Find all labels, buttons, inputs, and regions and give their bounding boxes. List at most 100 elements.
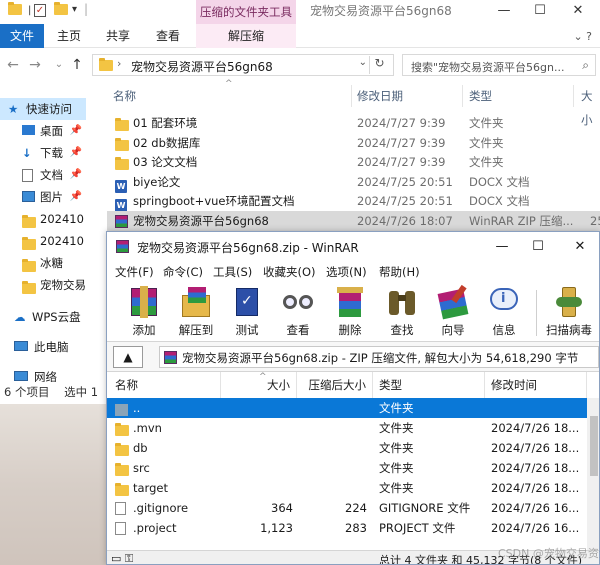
new-folder-icon[interactable] bbox=[54, 2, 68, 18]
back-arrow-icon[interactable]: ← bbox=[4, 55, 22, 75]
menu-help[interactable]: 帮助(H) bbox=[379, 264, 420, 280]
nav-item-documents[interactable]: 文档 📌 bbox=[0, 164, 86, 186]
winrar-menu-bar: 文件(F) 命令(C) 工具(S) 收藏夹(O) 选项(N) 帮助(H) bbox=[107, 262, 599, 282]
archive-path-field[interactable]: 宠物交易资源平台56gn68.zip - ZIP 压缩文件, 解包大小为 54,… bbox=[159, 346, 599, 368]
sort-up-icon: ^ bbox=[225, 79, 233, 89]
tab-home[interactable]: 主页 bbox=[57, 24, 81, 48]
winrar-zip-icon bbox=[164, 351, 177, 367]
column-divider[interactable] bbox=[351, 85, 352, 107]
menu-tools[interactable]: 工具(S) bbox=[213, 264, 252, 280]
menu-options[interactable]: 选项(N) bbox=[326, 264, 367, 280]
archive-row[interactable]: src 文件夹 2024/7/26 18... bbox=[107, 458, 587, 478]
archive-row-selected[interactable]: .. 文件夹 bbox=[107, 398, 587, 418]
view-button[interactable]: 查看 bbox=[273, 285, 323, 341]
file-row[interactable]: W biye论文 2024/7/25 20:51 DOCX 文档 bbox=[107, 172, 600, 193]
column-header-packed[interactable]: 压缩后大小 bbox=[297, 372, 373, 398]
search-input[interactable]: 搜索"宠物交易资源平台56gn... ⌕ bbox=[402, 54, 596, 76]
column-divider[interactable] bbox=[462, 85, 463, 107]
column-header-size[interactable]: 大小 bbox=[581, 84, 600, 127]
explorer-titlebar: | ✓ ▾ | 压缩的文件夹工具 宠物交易资源平台56gn68 — ☐ ✕ bbox=[0, 0, 600, 24]
file-icon bbox=[115, 521, 126, 541]
document-icon bbox=[22, 169, 33, 182]
maximize-button[interactable]: ☐ bbox=[521, 236, 555, 258]
wizard-button[interactable]: 向导 bbox=[428, 284, 478, 341]
chevron-down-icon[interactable]: ⌄ bbox=[359, 57, 367, 68]
close-button[interactable]: ✕ bbox=[560, 0, 596, 24]
menu-favorites[interactable]: 收藏夹(O) bbox=[263, 264, 316, 280]
properties-icon[interactable]: ✓ bbox=[34, 4, 46, 17]
folder-icon[interactable] bbox=[8, 2, 22, 18]
column-divider[interactable] bbox=[573, 85, 574, 107]
refresh-icon[interactable]: ↻ bbox=[369, 56, 389, 74]
test-icon: ✓ bbox=[230, 285, 264, 319]
ribbon-expand-icon[interactable]: ⌄ ? bbox=[573, 30, 592, 43]
column-header-type[interactable]: 类型 bbox=[469, 84, 492, 108]
extract-to-button[interactable]: 解压到 bbox=[171, 285, 221, 341]
wizard-icon bbox=[436, 284, 470, 320]
archive-row[interactable]: target 文件夹 2024/7/26 18... bbox=[107, 478, 587, 498]
column-header-type[interactable]: 类型 bbox=[373, 372, 485, 398]
maximize-button[interactable]: ☐ bbox=[522, 0, 558, 24]
tab-file[interactable]: 文件 bbox=[0, 24, 44, 48]
pin-icon: 📌 bbox=[69, 191, 82, 202]
address-bar: ← → ⌄ ↑ › 宠物交易资源平台56gn68 ⌄ ↻ 搜索"宠物交易资源平台… bbox=[0, 49, 600, 81]
nav-item-folder[interactable]: 冰糖 bbox=[0, 252, 86, 274]
column-header-size[interactable]: ^ 大小 bbox=[221, 372, 297, 398]
column-header-modified[interactable]: 修改时间 bbox=[485, 372, 587, 398]
up-arrow-icon[interactable]: ↑ bbox=[68, 55, 86, 75]
up-one-level-button[interactable]: ▲ bbox=[113, 346, 143, 368]
archive-row[interactable]: .project 1,123 283 PROJECT 文件 2024/7/26 … bbox=[107, 518, 587, 538]
file-row[interactable]: 03 论文文档 2024/7/27 9:39 文件夹 bbox=[107, 152, 600, 172]
forward-arrow-icon[interactable]: → bbox=[26, 55, 44, 75]
file-row[interactable]: W springboot+vue环境配置文档 2024/7/25 20:51 D… bbox=[107, 191, 600, 212]
info-button[interactable]: i 信息 bbox=[479, 285, 529, 341]
find-icon bbox=[385, 285, 419, 319]
minimize-button[interactable]: — bbox=[486, 0, 522, 24]
tab-extract[interactable]: 解压缩 bbox=[196, 24, 296, 48]
test-button[interactable]: ✓ 测试 bbox=[222, 285, 272, 341]
menu-commands[interactable]: 命令(C) bbox=[163, 264, 203, 280]
nav-item-quick-access[interactable]: ★ 快速访问 bbox=[0, 98, 86, 120]
pin-icon: 📌 bbox=[69, 169, 82, 180]
archive-row[interactable]: db 文件夹 2024/7/26 18... bbox=[107, 438, 587, 458]
winrar-toolbar: 添加 解压到 ✓ 测试 查看 删除 查找 向导 i 信息 扫描病毒 bbox=[107, 282, 599, 342]
column-header-name[interactable]: 名称 bbox=[113, 84, 136, 108]
selected-count: 选中 1 bbox=[64, 385, 99, 399]
nav-item-downloads[interactable]: ↓ 下载 📌 bbox=[0, 142, 86, 164]
nav-item-wps-cloud[interactable]: ☁ WPS云盘 bbox=[0, 306, 86, 328]
toolbar-separator bbox=[536, 290, 537, 336]
nav-item-this-pc[interactable]: 此电脑 bbox=[0, 336, 86, 358]
column-header-name[interactable]: 名称 bbox=[107, 372, 221, 398]
file-row[interactable]: 01 配套环境 2024/7/27 9:39 文件夹 bbox=[107, 113, 600, 133]
nav-item-network[interactable]: 网络 bbox=[0, 366, 86, 382]
search-icon[interactable]: ⌕ bbox=[582, 58, 589, 73]
scrollbar-thumb[interactable] bbox=[590, 416, 598, 476]
watermark-text: CSDN @宠物交易资源 bbox=[498, 547, 600, 560]
find-button[interactable]: 查找 bbox=[377, 285, 427, 341]
nav-item-folder[interactable]: 202410 bbox=[0, 230, 86, 252]
tab-view[interactable]: 查看 bbox=[156, 24, 180, 48]
winrar-icon bbox=[116, 240, 129, 256]
file-row-selected[interactable]: 宠物交易资源平台56gn68 2024/7/26 18:07 WinRAR ZI… bbox=[107, 211, 600, 231]
star-icon: ★ bbox=[8, 102, 19, 116]
navigation-pane: ★ 快速访问 桌面 📌 ↓ 下载 📌 文档 📌 图片 📌 202410 2024… bbox=[0, 92, 86, 382]
add-button[interactable]: 添加 bbox=[119, 285, 169, 341]
virus-scan-button[interactable]: 扫描病毒 bbox=[541, 285, 597, 341]
tab-share[interactable]: 共享 bbox=[106, 24, 130, 48]
nav-item-pictures[interactable]: 图片 📌 bbox=[0, 186, 86, 208]
chevron-down-icon[interactable]: ⌄ bbox=[50, 55, 68, 75]
minimize-button[interactable]: — bbox=[485, 236, 519, 258]
nav-item-desktop[interactable]: 桌面 📌 bbox=[0, 120, 86, 142]
folder-icon bbox=[22, 279, 36, 296]
address-field[interactable]: › 宠物交易资源平台56gn68 ⌄ ↻ bbox=[92, 54, 394, 76]
vertical-scrollbar[interactable] bbox=[587, 398, 599, 550]
file-row[interactable]: 02 db数据库 2024/7/27 9:39 文件夹 bbox=[107, 133, 600, 153]
archive-row[interactable]: .gitignore 364 224 GITIGNORE 文件 2024/7/2… bbox=[107, 498, 587, 518]
delete-button[interactable]: 删除 bbox=[325, 285, 375, 341]
archive-row[interactable]: .mvn 文件夹 2024/7/26 18... bbox=[107, 418, 587, 438]
close-button[interactable]: ✕ bbox=[563, 236, 597, 258]
nav-item-folder[interactable]: 宠物交易 bbox=[0, 274, 86, 296]
nav-item-folder[interactable]: 202410 bbox=[0, 208, 86, 230]
column-header-date[interactable]: 修改日期 bbox=[357, 84, 403, 108]
menu-file[interactable]: 文件(F) bbox=[115, 264, 154, 280]
